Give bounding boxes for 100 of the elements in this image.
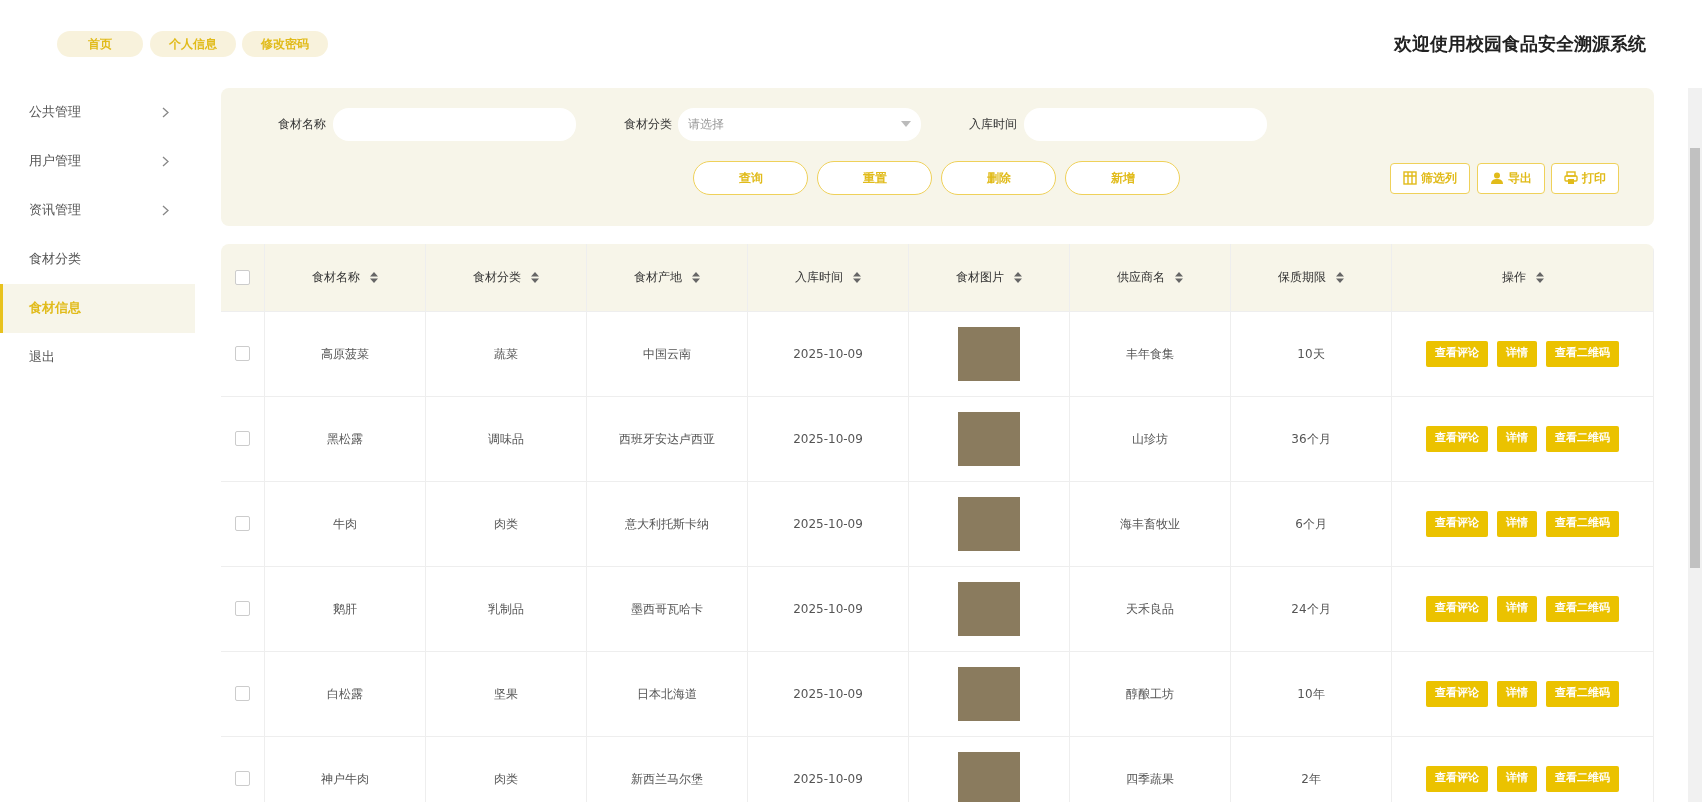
checkbox[interactable] bbox=[235, 771, 250, 787]
row-action-button[interactable]: 查看评论 bbox=[1426, 425, 1488, 452]
table-cell-text: 牛肉 bbox=[333, 515, 357, 533]
sort-icon[interactable] bbox=[692, 271, 700, 283]
sidebar-item[interactable]: 资讯管理 bbox=[0, 185, 195, 235]
nav-tab[interactable]: 修改密码 bbox=[242, 30, 328, 57]
sort-icon[interactable] bbox=[370, 271, 378, 283]
table-cell-text: 24个月 bbox=[1291, 600, 1331, 618]
scrollbar[interactable] bbox=[1688, 87, 1702, 802]
action-button[interactable]: 新增 bbox=[1065, 160, 1180, 195]
table-cell-text: 四季蔬果 bbox=[1126, 770, 1174, 788]
table-cell-text: 2025-10-09 bbox=[793, 430, 863, 448]
table-cell-text: 新西兰马尔堡 bbox=[631, 770, 703, 788]
table-cell-text: 西班牙安达卢西亚 bbox=[619, 430, 715, 448]
table-cell-text: 6个月 bbox=[1295, 515, 1327, 533]
table-cell-text: 2025-10-09 bbox=[793, 600, 863, 618]
column-header[interactable]: 保质期限 bbox=[1278, 268, 1326, 287]
table-cell-text: 2025-10-09 bbox=[793, 345, 863, 363]
table-cell-text: 丰年食集 bbox=[1126, 345, 1174, 363]
sort-icon[interactable] bbox=[853, 271, 861, 283]
row-action-button[interactable]: 详情 bbox=[1497, 340, 1537, 367]
row-action-button[interactable]: 详情 bbox=[1497, 425, 1537, 452]
column-header[interactable]: 食材分类 bbox=[473, 268, 521, 287]
checkbox[interactable] bbox=[235, 601, 250, 617]
table-cell-text: 2025-10-09 bbox=[793, 770, 863, 788]
table-cell-text: 海丰畜牧业 bbox=[1120, 515, 1180, 533]
row-action-button[interactable]: 详情 bbox=[1497, 765, 1537, 792]
row-action-button[interactable]: 查看二维码 bbox=[1546, 595, 1619, 622]
row-action-button[interactable]: 查看评论 bbox=[1426, 340, 1488, 367]
column-header[interactable]: 操作 bbox=[1501, 268, 1526, 287]
row-action-button[interactable]: 查看评论 bbox=[1426, 765, 1488, 792]
table-cell-text: 日本北海道 bbox=[637, 685, 697, 703]
photo-placeholder bbox=[958, 496, 1020, 551]
column-header[interactable]: 食材图片 bbox=[956, 268, 1004, 287]
row-action-button[interactable]: 详情 bbox=[1497, 595, 1537, 622]
sort-icon[interactable] bbox=[1535, 271, 1544, 283]
user-icon bbox=[1489, 171, 1504, 186]
table-cell-text: 2025-10-09 bbox=[793, 515, 863, 533]
checkbox[interactable] bbox=[235, 269, 250, 285]
sort-icon[interactable] bbox=[1175, 271, 1183, 283]
columns-icon bbox=[1403, 171, 1417, 186]
sidebar-item[interactable]: 食材分类 bbox=[0, 234, 195, 284]
table-cell-text: 山珍坊 bbox=[1132, 430, 1168, 448]
table-cell-text: 10年 bbox=[1297, 685, 1325, 703]
action-button[interactable]: 重置 bbox=[817, 160, 932, 195]
caret-down-icon bbox=[901, 121, 911, 128]
table-cell-text: 墨西哥瓦哈卡 bbox=[631, 600, 703, 618]
checkbox[interactable] bbox=[235, 346, 250, 362]
table-cell-text: 肉类 bbox=[494, 770, 518, 788]
toolbar-button[interactable]: 导出 bbox=[1476, 162, 1545, 194]
table-cell-text: 肉类 bbox=[494, 515, 518, 533]
nav-tab[interactable]: 个人信息 bbox=[149, 30, 236, 57]
table-cell-text: 坚果 bbox=[494, 685, 518, 703]
row-action-button[interactable]: 查看二维码 bbox=[1546, 510, 1619, 537]
table-cell-text: 2025-10-09 bbox=[793, 685, 863, 703]
table-cell-text: 白松露 bbox=[327, 685, 363, 703]
sidebar-item[interactable]: 用户管理 bbox=[0, 136, 195, 186]
sort-icon[interactable] bbox=[1014, 271, 1022, 283]
action-button[interactable]: 查询 bbox=[693, 160, 808, 195]
row-action-button[interactable]: 查看二维码 bbox=[1546, 680, 1619, 707]
toolbar-button[interactable]: 打印 bbox=[1551, 162, 1619, 194]
checkbox[interactable] bbox=[235, 516, 250, 532]
field-label: 食材分类 bbox=[623, 116, 672, 134]
checkbox[interactable] bbox=[235, 431, 250, 447]
printer-icon bbox=[1564, 171, 1578, 186]
nav-tab[interactable]: 首页 bbox=[57, 30, 143, 57]
row-action-button[interactable]: 详情 bbox=[1497, 680, 1537, 707]
sort-icon[interactable] bbox=[1336, 271, 1344, 283]
table-cell-text: 黑松露 bbox=[327, 430, 363, 448]
table-cell-text: 意大利托斯卡纳 bbox=[625, 515, 709, 533]
column-header[interactable]: 供应商名 bbox=[1117, 268, 1165, 287]
column-header[interactable]: 食材名称 bbox=[312, 268, 360, 287]
sidebar-item[interactable]: 公共管理 bbox=[0, 87, 195, 137]
row-action-button[interactable]: 查看二维码 bbox=[1546, 765, 1619, 792]
select-field[interactable]: 请选择 bbox=[678, 107, 921, 141]
sidebar-item[interactable]: 退出 bbox=[0, 332, 195, 382]
row-action-button[interactable]: 查看评论 bbox=[1426, 680, 1488, 707]
row-action-button[interactable]: 查看评论 bbox=[1426, 510, 1488, 537]
sidebar-item[interactable]: 食材信息 bbox=[0, 283, 195, 333]
table-cell-text: 高原菠菜 bbox=[321, 345, 369, 363]
table-cell-text: 36个月 bbox=[1291, 430, 1331, 448]
checkbox[interactable] bbox=[235, 686, 250, 702]
app-title: 欢迎使用校园食品安全溯源系统 bbox=[1394, 32, 1646, 57]
action-button[interactable]: 删除 bbox=[941, 160, 1056, 195]
row-action-button[interactable]: 详情 bbox=[1497, 510, 1537, 537]
column-header[interactable]: 入库时间 bbox=[795, 268, 843, 287]
sort-icon[interactable] bbox=[531, 271, 539, 283]
row-action-button[interactable]: 查看二维码 bbox=[1546, 425, 1619, 452]
field-label: 食材名称 bbox=[278, 116, 326, 134]
toolbar-button[interactable]: 筛选列 bbox=[1390, 162, 1470, 194]
photo-placeholder bbox=[958, 666, 1020, 721]
table-cell-text: 蔬菜 bbox=[494, 345, 518, 363]
row-action-button[interactable]: 查看二维码 bbox=[1546, 340, 1619, 367]
column-header[interactable]: 食材产地 bbox=[634, 268, 682, 287]
photo-placeholder bbox=[958, 751, 1020, 802]
table-cell-text: 神户牛肉 bbox=[321, 770, 369, 788]
table-cell-text: 2年 bbox=[1301, 770, 1321, 788]
row-action-button[interactable]: 查看评论 bbox=[1426, 595, 1488, 622]
table-cell-text: 调味品 bbox=[488, 430, 524, 448]
table-cell-text: 醇酿工坊 bbox=[1126, 685, 1174, 703]
